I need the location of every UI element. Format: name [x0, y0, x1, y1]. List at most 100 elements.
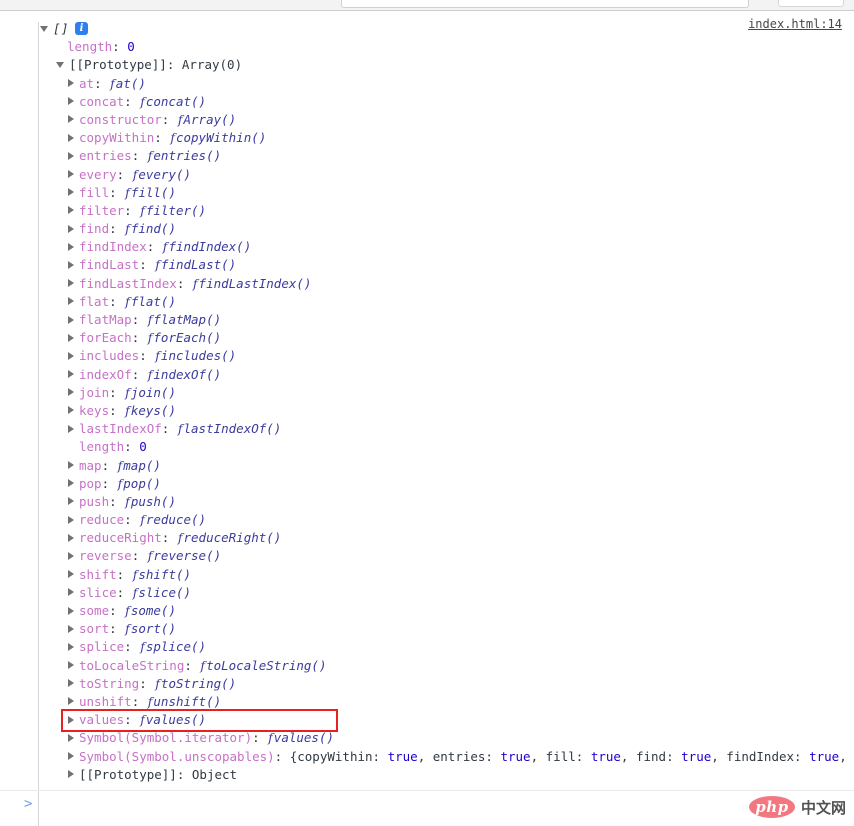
- tree-row[interactable]: map: fmap(): [0, 457, 854, 475]
- tree-row[interactable]: indexOf: findexOf(): [0, 366, 854, 384]
- tree-row[interactable]: flat: fflat(): [0, 293, 854, 311]
- tree-row[interactable]: at: fat(): [0, 75, 854, 93]
- chevron-right-icon[interactable]: [68, 370, 74, 378]
- tree-row[interactable]: findIndex: ffindIndex(): [0, 238, 854, 256]
- chevron-right-icon[interactable]: [68, 170, 74, 178]
- function-glyph: f: [192, 276, 199, 291]
- tree-row[interactable]: values: fvalues(): [0, 711, 854, 729]
- tree-row-root[interactable]: [] i: [0, 20, 854, 38]
- chevron-right-icon[interactable]: [68, 534, 74, 542]
- chevron-right-icon[interactable]: [68, 588, 74, 596]
- chevron-right-icon[interactable]: [68, 206, 74, 214]
- tree-row[interactable]: includes: fincludes(): [0, 347, 854, 365]
- chevron-right-icon[interactable]: [68, 225, 74, 233]
- tree-row[interactable]: fill: ffill(): [0, 184, 854, 202]
- property-name: slice: [79, 585, 117, 600]
- tree-row[interactable]: sort: fsort(): [0, 620, 854, 638]
- chevron-right-icon[interactable]: [68, 552, 74, 560]
- console-filter-input[interactable]: [341, 0, 749, 8]
- chevron-right-icon[interactable]: [68, 770, 74, 778]
- info-icon[interactable]: i: [75, 22, 88, 35]
- chevron-right-icon[interactable]: [68, 479, 74, 487]
- property-value: at(): [116, 76, 146, 91]
- chevron-right-icon[interactable]: [68, 243, 74, 251]
- tree-row[interactable]: keys: fkeys(): [0, 402, 854, 420]
- chevron-right-icon[interactable]: [68, 297, 74, 305]
- chevron-right-icon[interactable]: [68, 734, 74, 742]
- tree-row[interactable]: concat: fconcat(): [0, 93, 854, 111]
- tree-row[interactable]: every: fevery(): [0, 166, 854, 184]
- tree-row[interactable]: splice: fsplice(): [0, 638, 854, 656]
- root-preview: []: [53, 21, 69, 36]
- tree-row[interactable]: constructor: fArray(): [0, 111, 854, 129]
- tree-row[interactable]: find: ffind(): [0, 220, 854, 238]
- property-value: findLast(): [161, 257, 236, 272]
- property-separator: :: [109, 621, 124, 636]
- tree-row[interactable]: length: 0: [0, 38, 854, 56]
- chevron-right-icon[interactable]: [68, 152, 74, 160]
- chevron-right-icon[interactable]: [68, 461, 74, 469]
- chevron-right-icon[interactable]: [68, 570, 74, 578]
- chevron-right-icon[interactable]: [68, 134, 74, 142]
- chevron-right-icon[interactable]: [68, 388, 74, 396]
- tree-row[interactable]: reverse: freverse(): [0, 547, 854, 565]
- chevron-right-icon[interactable]: [68, 661, 74, 669]
- chevron-right-icon[interactable]: [68, 497, 74, 505]
- chevron-right-icon[interactable]: [68, 607, 74, 615]
- tree-row[interactable]: join: fjoin(): [0, 384, 854, 402]
- chevron-right-icon[interactable]: [68, 279, 74, 287]
- tree-row[interactable]: Symbol(Symbol.iterator): fvalues(): [0, 729, 854, 747]
- tree-row[interactable]: lastIndexOf: flastIndexOf(): [0, 420, 854, 438]
- tree-row[interactable]: forEach: fforEach(): [0, 329, 854, 347]
- chevron-down-icon[interactable]: [40, 26, 48, 32]
- function-glyph: f: [124, 603, 131, 618]
- chevron-right-icon[interactable]: [68, 334, 74, 342]
- chevron-right-icon[interactable]: [68, 625, 74, 633]
- chevron-right-icon[interactable]: [68, 316, 74, 324]
- tree-row[interactable]: Symbol(Symbol.unscopables): {copyWithin:…: [0, 748, 854, 766]
- chevron-right-icon[interactable]: [68, 97, 74, 105]
- tree-row[interactable]: toString: ftoString(): [0, 675, 854, 693]
- property-name: concat: [79, 94, 124, 109]
- tree-row[interactable]: push: fpush(): [0, 493, 854, 511]
- chevron-right-icon[interactable]: [68, 406, 74, 414]
- tree-row[interactable]: findLast: ffindLast(): [0, 256, 854, 274]
- tree-row[interactable]: shift: fshift(): [0, 566, 854, 584]
- property-name: constructor: [79, 112, 162, 127]
- watermark-logo: php: [749, 796, 795, 818]
- tree-row[interactable]: some: fsome(): [0, 602, 854, 620]
- tree-row[interactable]: entries: fentries(): [0, 147, 854, 165]
- tree-row[interactable]: slice: fslice(): [0, 584, 854, 602]
- tree-row[interactable]: length: 0: [0, 438, 854, 456]
- tree-row[interactable]: unshift: funshift(): [0, 693, 854, 711]
- tree-row[interactable]: reduce: freduce(): [0, 511, 854, 529]
- chevron-right-icon[interactable]: [68, 643, 74, 651]
- tree-row[interactable]: reduceRight: freduceRight(): [0, 529, 854, 547]
- chevron-right-icon[interactable]: [68, 516, 74, 524]
- chevron-right-icon[interactable]: [68, 425, 74, 433]
- chevron-right-icon[interactable]: [68, 752, 74, 760]
- console-settings-control[interactable]: [778, 0, 844, 7]
- console-prompt-row[interactable]: >: [0, 791, 854, 813]
- property-value: unshift(): [153, 694, 221, 709]
- chevron-down-icon[interactable]: [56, 62, 64, 68]
- chevron-right-icon[interactable]: [68, 352, 74, 360]
- property-name: flatMap: [79, 312, 132, 327]
- tree-row[interactable]: flatMap: fflatMap(): [0, 311, 854, 329]
- property-value: join(): [131, 385, 176, 400]
- chevron-right-icon[interactable]: [68, 679, 74, 687]
- tree-row[interactable]: copyWithin: fcopyWithin(): [0, 129, 854, 147]
- tree-row[interactable]: findLastIndex: ffindLastIndex(): [0, 275, 854, 293]
- tree-row[interactable]: filter: ffilter(): [0, 202, 854, 220]
- property-name: reduce: [79, 512, 124, 527]
- chevron-right-icon[interactable]: [68, 115, 74, 123]
- chevron-right-icon[interactable]: [68, 716, 74, 724]
- tree-row[interactable]: [[Prototype]]: Object: [0, 766, 854, 784]
- chevron-right-icon[interactable]: [68, 697, 74, 705]
- tree-row[interactable]: toLocaleString: ftoLocaleString(): [0, 657, 854, 675]
- chevron-right-icon[interactable]: [68, 188, 74, 196]
- tree-row[interactable]: pop: fpop(): [0, 475, 854, 493]
- chevron-right-icon[interactable]: [68, 261, 74, 269]
- chevron-right-icon[interactable]: [68, 79, 74, 87]
- tree-row[interactable]: [[Prototype]]: Array(0): [0, 56, 854, 74]
